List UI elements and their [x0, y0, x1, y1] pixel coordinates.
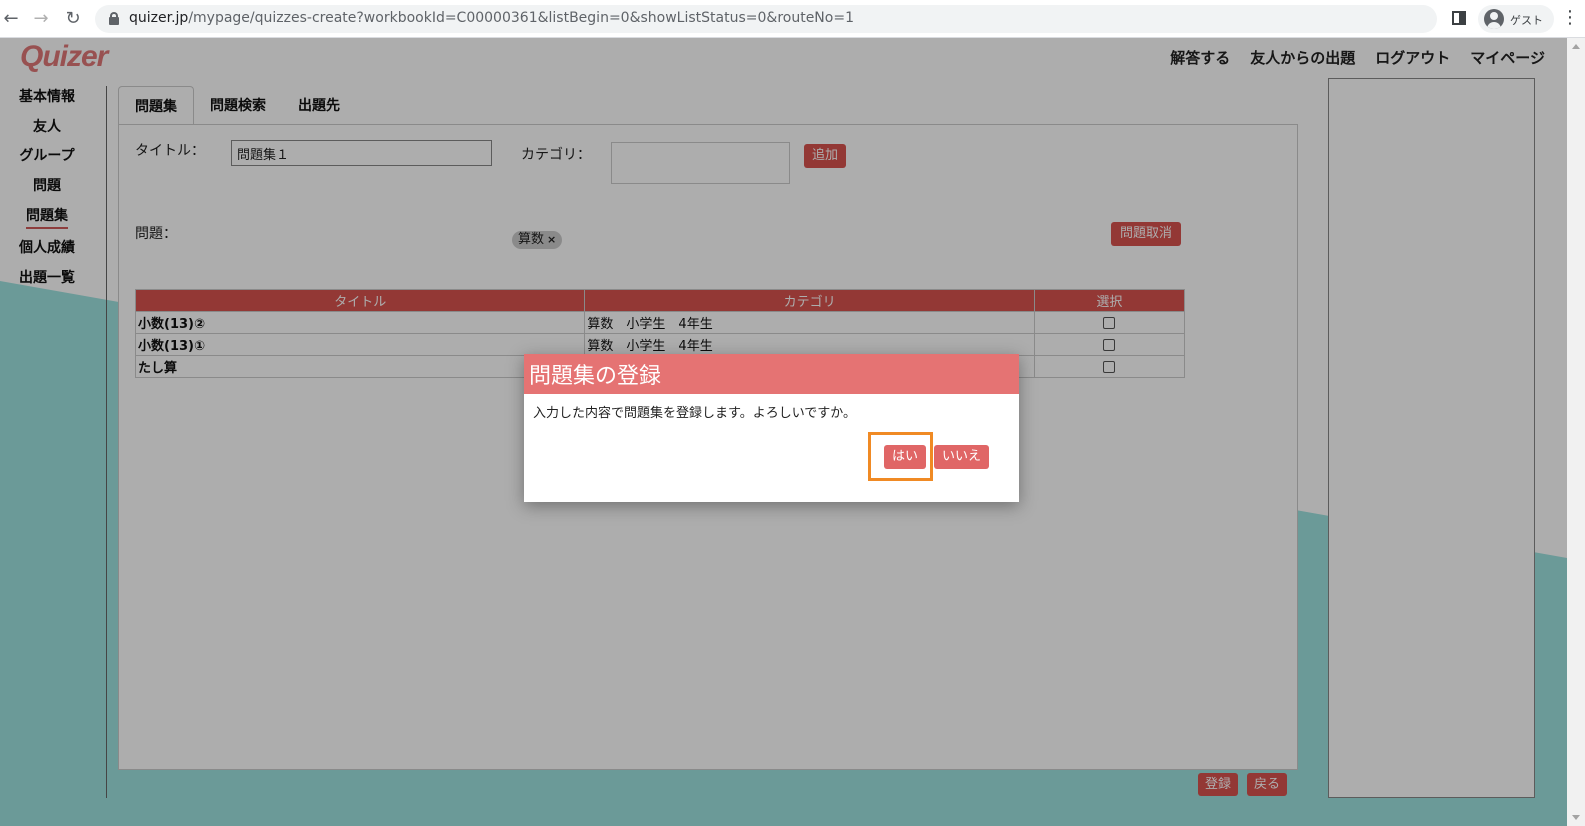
scroll-up-icon[interactable]: [1572, 44, 1580, 49]
menu-dots-icon[interactable]: ⋮: [1561, 8, 1579, 28]
reload-icon[interactable]: ↻: [62, 8, 84, 30]
avatar-icon: [1484, 9, 1504, 29]
url-text: quizer.jp/mypage/quizzes-create?workbook…: [129, 10, 854, 26]
dialog-message: 入力した内容で問題集を登録します。よろしいですか。: [533, 406, 857, 421]
profile-label: ゲスト: [1510, 14, 1543, 27]
dialog-title: 問題集の登録: [524, 354, 1019, 394]
lock-icon: [109, 12, 119, 25]
page-scrollbar[interactable]: [1567, 38, 1585, 826]
no-button[interactable]: いいえ: [934, 445, 989, 469]
back-arrow-icon[interactable]: ←: [0, 8, 22, 30]
side-panel-icon[interactable]: [1452, 11, 1466, 25]
browser-toolbar: ← → ↻ quizer.jp/mypage/quizzes-create?wo…: [0, 0, 1585, 38]
yes-button[interactable]: はい: [884, 445, 926, 469]
profile-button[interactable]: ゲスト: [1478, 5, 1554, 33]
confirm-dialog: 問題集の登録 入力した内容で問題集を登録します。よろしいですか。: [524, 354, 1019, 502]
address-bar[interactable]: quizer.jp/mypage/quizzes-create?workbook…: [95, 5, 1437, 33]
forward-arrow-icon[interactable]: →: [30, 8, 52, 30]
scroll-down-icon[interactable]: [1572, 815, 1580, 820]
